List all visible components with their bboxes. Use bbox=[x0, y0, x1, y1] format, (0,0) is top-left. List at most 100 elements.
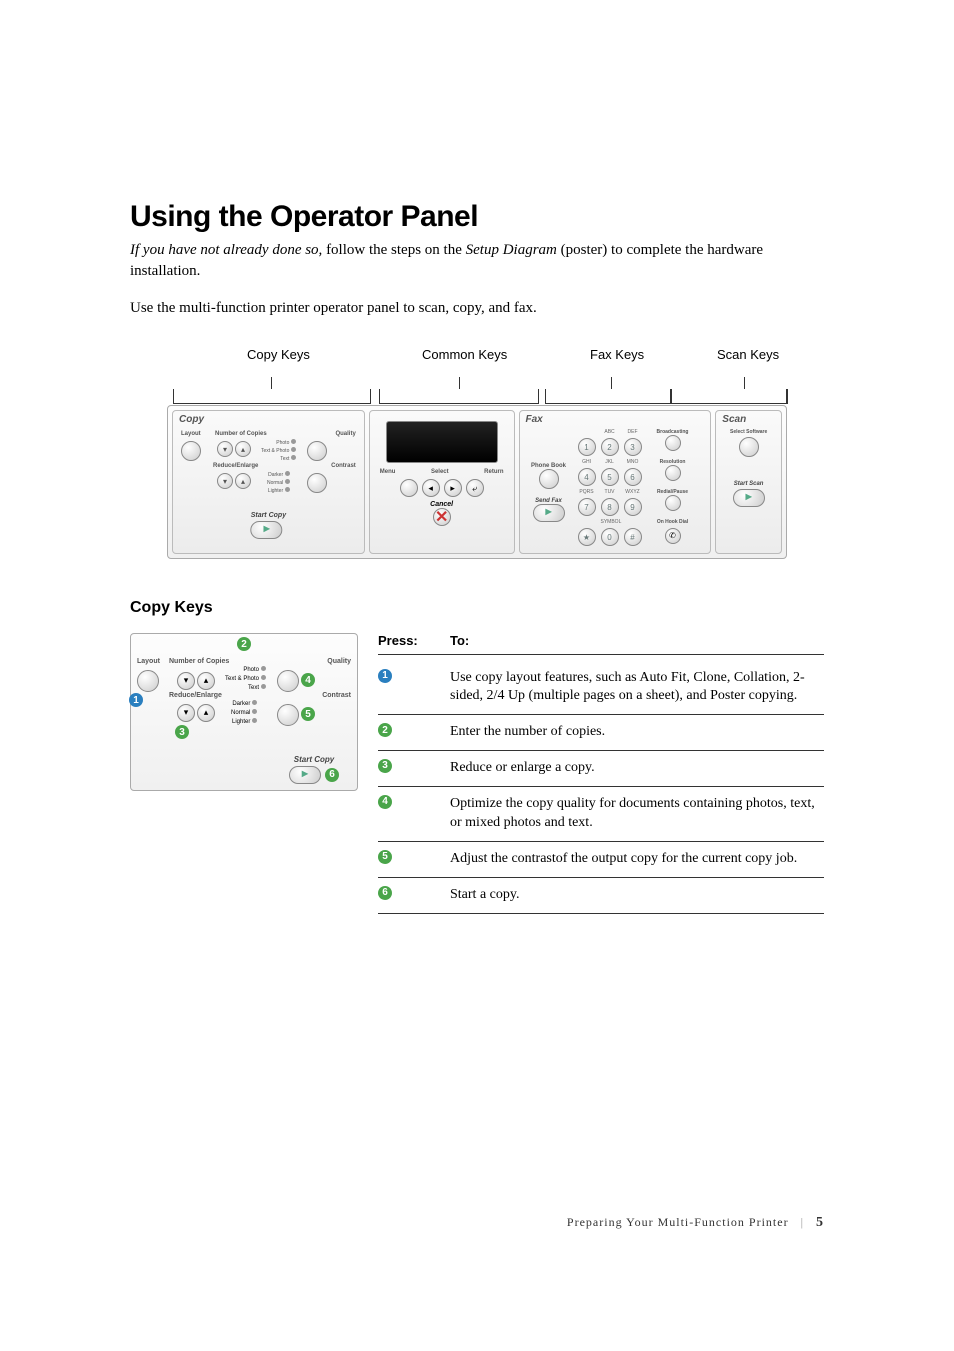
keypad-abc-8: TUV bbox=[601, 489, 619, 495]
select-software-button[interactable] bbox=[739, 437, 759, 457]
quality-button[interactable] bbox=[307, 441, 327, 461]
start-copy-label: Start Copy bbox=[251, 512, 286, 519]
sub-q-textphoto: Text & Photo bbox=[225, 676, 259, 682]
keypad-9[interactable]: 9 bbox=[624, 498, 642, 516]
sub-quality-button[interactable] bbox=[277, 670, 299, 692]
copies-up-button[interactable]: ▴ bbox=[235, 441, 251, 457]
intro-paragraph: If you have not already done so, follow … bbox=[130, 240, 810, 282]
led-icon bbox=[285, 471, 290, 476]
keypad-6[interactable]: 6 bbox=[624, 468, 642, 486]
resolution-button[interactable] bbox=[665, 465, 681, 481]
menu-button[interactable] bbox=[400, 479, 418, 497]
reduce-enlarge-label: Reduce/Enlarge bbox=[213, 463, 258, 469]
reduce-button[interactable]: ▾ bbox=[217, 473, 233, 489]
redial-pause-button[interactable] bbox=[665, 495, 681, 511]
keypad-abc-4: GHI bbox=[578, 459, 596, 465]
sub-contrast-button[interactable] bbox=[277, 704, 299, 726]
nav-right-button[interactable]: ▸ bbox=[444, 479, 462, 497]
footer-text: Preparing Your Multi-Function Printer bbox=[567, 1215, 789, 1229]
sub-start-copy-label: Start Copy bbox=[289, 755, 339, 764]
keypad-hash[interactable]: # bbox=[624, 528, 642, 546]
enlarge-button[interactable]: ▴ bbox=[235, 473, 251, 489]
row-to-2: Enter the number of copies. bbox=[450, 723, 824, 742]
start-scan-label: Start Scan bbox=[722, 481, 775, 487]
row-to-5: Adjust the contrastof the output copy fo… bbox=[450, 850, 824, 869]
layout-button[interactable] bbox=[181, 441, 201, 461]
scan-section-title: Scan bbox=[722, 414, 746, 425]
sub-reduce-enlarge-label: Reduce/Enlarge bbox=[169, 692, 222, 699]
callout-1: 1 bbox=[129, 693, 143, 707]
sub-copies-down[interactable]: ▾ bbox=[177, 672, 195, 690]
keypad-8[interactable]: 8 bbox=[601, 498, 619, 516]
fax-section-title: Fax bbox=[526, 414, 543, 425]
on-hook-dial-button[interactable]: ✆ bbox=[665, 528, 681, 544]
keypad-abc-9: WXYZ bbox=[624, 489, 642, 495]
sub-q-photo: Photo bbox=[243, 667, 259, 673]
keypad-1[interactable]: 1 bbox=[578, 438, 596, 456]
sub-layout-label: Layout bbox=[137, 658, 160, 665]
sub-enlarge-button[interactable]: ▴ bbox=[197, 704, 215, 722]
callout-3: 3 bbox=[175, 725, 189, 739]
cancel-button[interactable]: ✕ bbox=[433, 508, 451, 526]
quality-photo-label: Photo bbox=[276, 440, 289, 446]
sub-layout-button[interactable] bbox=[137, 670, 159, 692]
copy-keys-heading: Copy Keys bbox=[130, 599, 824, 617]
quality-label: Quality bbox=[335, 431, 355, 437]
nav-left-button[interactable]: ◂ bbox=[422, 479, 440, 497]
return-label: Return bbox=[484, 469, 503, 475]
group-label-scan: Scan Keys bbox=[717, 347, 779, 362]
contrast-button[interactable] bbox=[307, 473, 327, 493]
row-to-6: Start a copy. bbox=[450, 886, 824, 905]
sub-c-normal: Normal bbox=[231, 710, 250, 716]
table-row: 5 Adjust the contrastof the output copy … bbox=[378, 842, 824, 878]
sub-num-copies-label: Number of Copies bbox=[169, 658, 229, 665]
led-icon bbox=[252, 718, 257, 723]
sub-copies-up[interactable]: ▴ bbox=[197, 672, 215, 690]
panel-copy-section: Copy Layout Number of Copies Quality ▾ ▴… bbox=[172, 410, 365, 554]
row-num-1: 1 bbox=[378, 669, 392, 683]
sub-q-text: Text bbox=[248, 685, 259, 691]
contrast-lighter-label: Lighter bbox=[268, 488, 283, 494]
keypad-abc-6: MNO bbox=[624, 459, 642, 465]
keypad-4[interactable]: 4 bbox=[578, 468, 596, 486]
on-hook-dial-label: On Hook Dial bbox=[648, 519, 698, 525]
copies-down-button[interactable]: ▾ bbox=[217, 441, 233, 457]
quality-textphoto-label: Text & Photo bbox=[261, 448, 289, 454]
table-row: 2 Enter the number of copies. bbox=[378, 715, 824, 751]
panel-common-section: Menu Select Return ◂ ▸ ⤶ Cancel ✕ bbox=[369, 410, 515, 554]
keypad-star[interactable]: ★ bbox=[578, 528, 596, 546]
keypad-0[interactable]: 0 bbox=[601, 528, 619, 546]
table-header-to: To: bbox=[450, 633, 824, 648]
callout-2: 2 bbox=[237, 637, 251, 651]
table-row: 4 Optimize the copy quality for document… bbox=[378, 787, 824, 842]
row-to-1: Use copy layout features, such as Auto F… bbox=[450, 669, 824, 707]
copy-keys-subpanel: 2 Layout Number of Copies Quality ▾ ▴ Ph… bbox=[130, 633, 358, 791]
phone-book-button[interactable] bbox=[539, 469, 559, 489]
send-fax-label: Send Fax bbox=[526, 498, 572, 504]
select-label: Select bbox=[431, 469, 449, 475]
keypad-5[interactable]: 5 bbox=[601, 468, 619, 486]
contrast-darker-label: Darker bbox=[268, 472, 283, 478]
copy-section-title: Copy bbox=[179, 414, 204, 425]
intro-italic-1: If you have not already done so, bbox=[130, 242, 322, 258]
led-icon bbox=[285, 479, 290, 484]
contrast-normal-label: Normal bbox=[267, 480, 283, 486]
callout-4: 4 bbox=[301, 673, 315, 687]
broadcasting-button[interactable] bbox=[665, 435, 681, 451]
keypad: ABC DEF 1 2 3 GHI JKL MNO 4 5 6 PQRS bbox=[578, 429, 642, 546]
keypad-3[interactable]: 3 bbox=[624, 438, 642, 456]
sub-contrast-label: Contrast bbox=[322, 692, 351, 699]
sub-start-copy-button[interactable]: ▶ bbox=[289, 766, 321, 784]
sub-reduce-button[interactable]: ▾ bbox=[177, 704, 195, 722]
table-row: 3 Reduce or enlarge a copy. bbox=[378, 751, 824, 787]
start-scan-button[interactable]: ▶ bbox=[733, 489, 765, 507]
keypad-2[interactable]: 2 bbox=[601, 438, 619, 456]
keypad-7[interactable]: 7 bbox=[578, 498, 596, 516]
select-button[interactable]: ⤶ bbox=[466, 479, 484, 497]
num-copies-label: Number of Copies bbox=[215, 431, 267, 437]
led-icon bbox=[252, 709, 257, 714]
send-fax-button[interactable]: ▶ bbox=[533, 504, 565, 522]
row-num-4: 4 bbox=[378, 795, 392, 809]
start-copy-button[interactable]: ▶ bbox=[251, 521, 283, 539]
group-label-copy: Copy Keys bbox=[247, 347, 310, 362]
